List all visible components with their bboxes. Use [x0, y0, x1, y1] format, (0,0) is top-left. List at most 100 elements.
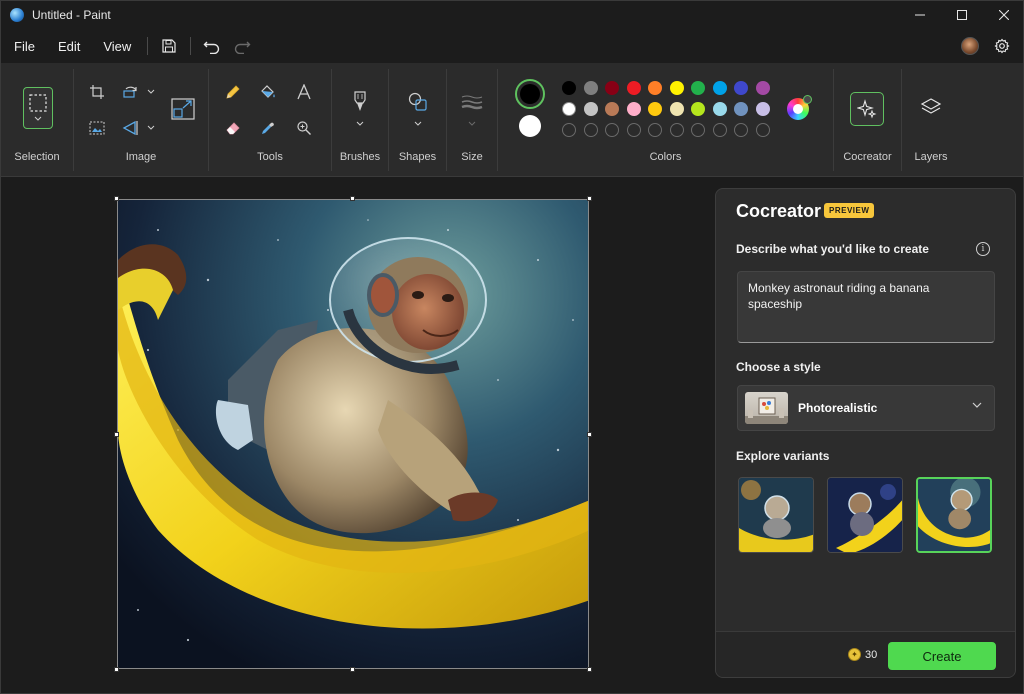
image-group: Image	[74, 63, 208, 177]
color-swatch[interactable]	[755, 102, 770, 116]
save-button[interactable]	[154, 31, 184, 61]
menu-edit[interactable]: Edit	[48, 33, 90, 60]
color-swatch[interactable]	[669, 81, 684, 95]
undo-button[interactable]	[197, 31, 227, 61]
rectangle-select-icon	[29, 94, 47, 112]
color-swatch[interactable]	[626, 81, 641, 95]
variant-1[interactable]	[738, 477, 814, 553]
color-swatch[interactable]	[583, 81, 598, 95]
custom-color-slot[interactable]	[605, 123, 619, 137]
credits-count: 30	[865, 648, 878, 661]
resize-handle[interactable]	[587, 667, 592, 672]
color-swatch[interactable]	[648, 102, 662, 116]
image-select-icon	[89, 121, 105, 135]
color-swatch[interactable]	[734, 102, 748, 116]
color-picker-button[interactable]	[255, 115, 281, 141]
rotate-button[interactable]	[118, 79, 144, 105]
color-swatch[interactable]	[712, 102, 727, 116]
shapes-group: Shapes	[389, 63, 446, 177]
custom-color-slot[interactable]	[691, 123, 705, 137]
window-title: Untitled - Paint	[32, 8, 111, 22]
color-swatch[interactable]	[712, 81, 727, 95]
shapes-button[interactable]	[405, 89, 431, 115]
resize-button[interactable]	[169, 95, 197, 123]
eraser-button[interactable]	[220, 115, 246, 141]
color-swatch[interactable]	[755, 81, 770, 95]
resize-handle[interactable]	[114, 196, 119, 201]
custom-color-slot[interactable]	[648, 123, 662, 137]
prompt-input[interactable]: Monkey astronaut riding a banana spacesh…	[737, 271, 995, 343]
redo-button[interactable]	[227, 31, 257, 61]
brushes-button[interactable]	[347, 89, 373, 115]
info-icon[interactable]: i	[976, 242, 990, 256]
group-label-cocreator: Cocreator	[843, 151, 892, 163]
color-swatch[interactable]	[691, 81, 705, 95]
minimize-icon	[915, 14, 925, 16]
variant-2[interactable]	[827, 477, 903, 553]
selection-group: Selection	[1, 63, 73, 177]
variant-3[interactable]	[916, 477, 992, 553]
chevron-down-icon[interactable]	[147, 125, 155, 131]
color-swatch[interactable]	[669, 102, 684, 116]
custom-color-slot[interactable]	[583, 123, 598, 137]
color-swatch[interactable]	[583, 102, 598, 116]
create-button[interactable]: Create	[888, 642, 996, 670]
chevron-down-icon[interactable]	[414, 121, 422, 127]
chevron-down-icon[interactable]	[356, 121, 364, 127]
crop-button[interactable]	[84, 79, 110, 105]
custom-color-slot[interactable]	[669, 123, 684, 137]
color-swatch[interactable]	[605, 81, 619, 95]
select-all-button[interactable]	[84, 115, 110, 141]
group-label-brushes: Brushes	[339, 151, 381, 163]
maximize-button[interactable]	[941, 1, 983, 29]
chevron-down-icon[interactable]	[147, 89, 155, 95]
custom-color-slot[interactable]	[712, 123, 727, 137]
menu-view[interactable]: View	[93, 33, 141, 60]
menu-file[interactable]: File	[4, 33, 45, 60]
brush-icon	[354, 91, 366, 111]
resize-handle[interactable]	[587, 432, 592, 437]
magnifier-button[interactable]	[291, 115, 317, 141]
account-avatar[interactable]	[961, 37, 979, 55]
settings-button[interactable]	[987, 31, 1017, 61]
edit-colors-button[interactable]	[787, 95, 812, 120]
close-button[interactable]	[983, 1, 1023, 29]
variants-label: Explore variants	[736, 449, 830, 463]
group-label-tools: Tools	[257, 151, 283, 163]
color-swatch[interactable]	[691, 102, 705, 116]
secondary-color[interactable]	[519, 115, 541, 137]
primary-color[interactable]	[515, 79, 545, 109]
custom-color-slot[interactable]	[626, 123, 641, 137]
layers-button[interactable]	[918, 95, 944, 121]
canvas-image[interactable]	[117, 199, 589, 669]
cocreator-button[interactable]	[850, 92, 884, 126]
custom-color-slot[interactable]	[734, 123, 748, 137]
color-swatch[interactable]	[626, 102, 641, 116]
color-swatch[interactable]	[648, 81, 662, 95]
layers-icon	[920, 98, 942, 114]
resize-handle[interactable]	[587, 196, 592, 201]
color-swatch[interactable]	[734, 81, 748, 95]
resize-handle[interactable]	[114, 667, 119, 672]
fill-button[interactable]	[255, 79, 281, 105]
resize-handle[interactable]	[350, 667, 355, 672]
custom-color-slot[interactable]	[562, 123, 576, 137]
undo-icon	[203, 41, 220, 54]
size-button[interactable]	[459, 89, 485, 115]
pencil-button[interactable]	[220, 79, 246, 105]
resize-handle[interactable]	[350, 196, 355, 201]
color-swatch[interactable]	[562, 81, 576, 95]
color-swatch[interactable]	[605, 102, 619, 116]
resize-handle[interactable]	[114, 432, 119, 437]
fill-bucket-icon	[261, 85, 275, 98]
color-swatch[interactable]	[562, 102, 576, 116]
minimize-button[interactable]	[899, 1, 941, 29]
style-dropdown[interactable]: Photorealistic	[737, 385, 995, 431]
text-button[interactable]	[291, 79, 317, 105]
selection-button[interactable]	[23, 87, 53, 129]
menu-bar: File Edit View	[1, 29, 1023, 63]
cocreator-panel: Cocreator PREVIEW Describe what you'd li…	[715, 188, 1016, 678]
flip-button[interactable]	[118, 115, 144, 141]
custom-color-slot[interactable]	[755, 123, 770, 137]
redo-icon	[235, 41, 251, 54]
